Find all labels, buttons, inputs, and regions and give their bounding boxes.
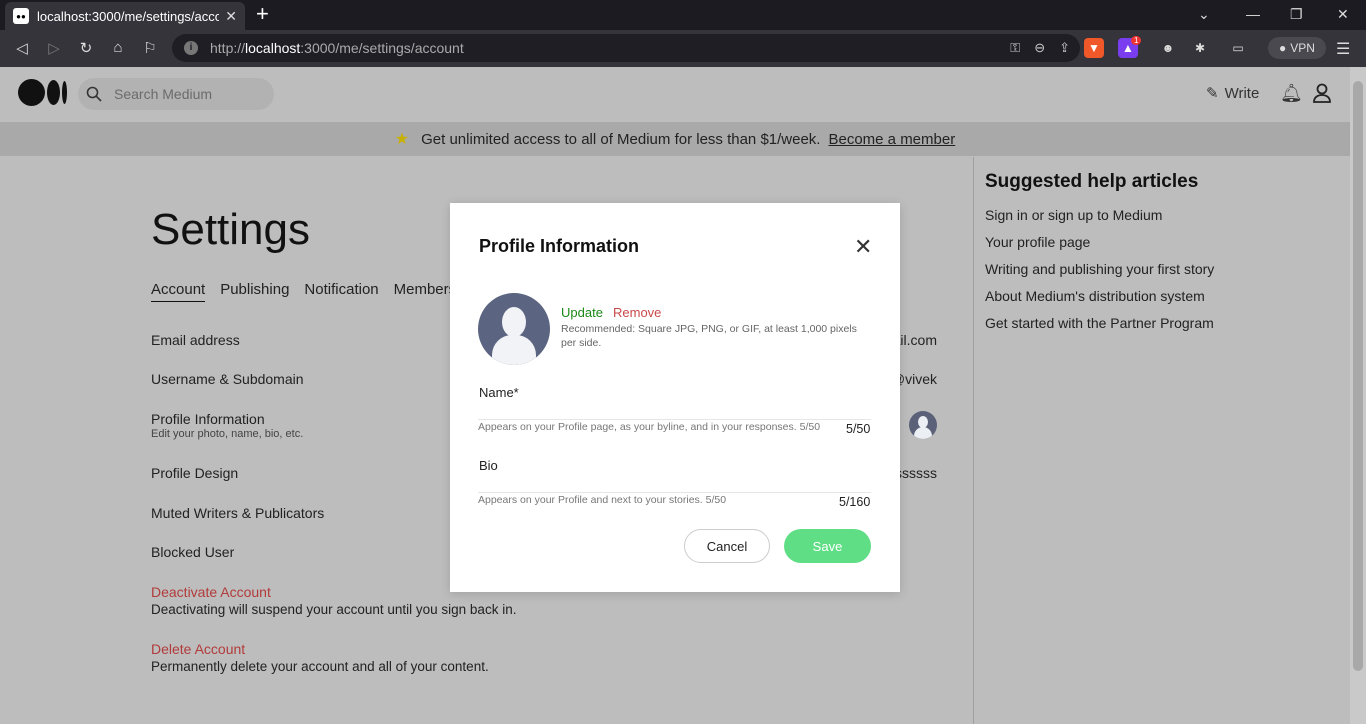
help-title: Suggested help articles (985, 171, 1199, 192)
profile-avatar (478, 293, 550, 365)
search-box[interactable]: Search Medium (78, 78, 274, 110)
browser-tab-bar: ●● localhost:3000/me/settings/account ✕ … (0, 0, 1366, 30)
tab-publishing[interactable]: Publishing (220, 281, 289, 302)
modal-title: Profile Information (479, 236, 640, 256)
rewards-badge: 1 (1131, 36, 1142, 45)
close-icon[interactable]: ✕ (854, 234, 872, 260)
tab-account[interactable]: Account (151, 281, 206, 302)
restore-icon[interactable]: ❐ (1290, 6, 1303, 23)
help-articles: Suggested help articles Sign in or sign … (985, 171, 1214, 342)
help-link[interactable]: Your profile page (985, 234, 1214, 250)
reload-icon[interactable]: ↻ (76, 39, 96, 57)
forward-icon[interactable]: ▷ (44, 39, 64, 57)
site-info-icon[interactable]: i (184, 41, 198, 55)
window-close-icon[interactable]: ✕ (1337, 6, 1349, 23)
profile-info-label[interactable]: Profile Information (151, 411, 265, 427)
bio-char-count: 5/160 (839, 495, 871, 509)
tab-list-chevron-icon[interactable]: ⌄ (1198, 6, 1210, 23)
photo-recommendation: Recommended: Square JPG, PNG, or GIF, at… (561, 323, 857, 349)
search-icon (86, 86, 102, 102)
profile-info-modal: Profile Information ✕ Update Remove Reco… (450, 203, 900, 592)
brave-shield-icon[interactable]: ▼ (1084, 38, 1104, 58)
bio-input[interactable] (478, 467, 871, 493)
zoom-icon[interactable]: ⊖ (1034, 40, 1045, 56)
extension-avatar-icon[interactable]: ☻ (1158, 38, 1178, 58)
share-icon[interactable]: ⇪ (1059, 40, 1070, 56)
vpn-button[interactable]: ● VPN (1268, 37, 1326, 59)
help-link[interactable]: Writing and publishing your first story (985, 261, 1214, 277)
column-divider (973, 157, 974, 724)
page-scrollbar[interactable] (1350, 67, 1366, 724)
settings-tabs: Account Publishing Notification Membersh… (151, 281, 476, 302)
banner-text: Get unlimited access to all of Medium fo… (421, 130, 821, 148)
deactivate-account-link[interactable]: Deactivate Account (151, 584, 271, 600)
extensions-puzzle-icon[interactable]: ✱ (1190, 38, 1210, 58)
medium-favicon-icon: ●● (13, 8, 29, 24)
address-bar[interactable]: i http://localhost:3000/me/settings/acco… (172, 34, 1080, 62)
browser-tab[interactable]: ●● localhost:3000/me/settings/account ✕ (5, 2, 245, 30)
notifications-bell-icon[interactable]: 🔔︎ (1280, 83, 1303, 104)
avatar (909, 411, 937, 439)
muted-writers-label[interactable]: Muted Writers & Publicators (151, 505, 324, 521)
profile-design-value: ssssss (895, 465, 937, 481)
back-icon[interactable]: ◁ (12, 39, 32, 57)
bookmark-icon[interactable]: ⚐ (140, 39, 160, 57)
bio-help: Appears on your Profile and next to your… (478, 494, 727, 506)
write-icon: ✎ (1206, 85, 1219, 102)
new-tab-icon[interactable]: + (256, 3, 269, 25)
become-member-link[interactable]: Become a member (828, 131, 955, 148)
vpn-dot-icon: ● (1279, 41, 1287, 55)
deactivate-description: Deactivating will suspend your account u… (151, 602, 517, 617)
key-icon[interactable]: ⚿ (1010, 40, 1020, 56)
delete-account-link[interactable]: Delete Account (151, 641, 245, 657)
tab-title: localhost:3000/me/settings/account (37, 8, 220, 24)
profile-design-label[interactable]: Profile Design (151, 465, 238, 481)
page-title: Settings (151, 205, 310, 254)
medium-logo[interactable] (18, 79, 67, 106)
minimize-icon[interactable]: — (1246, 6, 1260, 22)
delete-description: Permanently delete your account and all … (151, 659, 489, 674)
url-path: :3000/me/settings/account (300, 40, 464, 56)
membership-banner: ★ Get unlimited access to all of Medium … (0, 122, 1350, 156)
profile-info-sub: Edit your photo, name, bio, etc. (151, 428, 304, 440)
tab-notification[interactable]: Notification (304, 281, 378, 302)
help-link[interactable]: About Medium's distribution system (985, 288, 1214, 304)
vpn-label: VPN (1290, 41, 1315, 55)
write-button[interactable]: ✎ Write (1206, 84, 1260, 103)
save-button[interactable]: Save (784, 529, 871, 563)
name-help: Appears on your Profile page, as your by… (478, 421, 821, 433)
write-label: Write (1224, 84, 1260, 102)
hamburger-menu-icon[interactable]: ☰ (1336, 39, 1350, 59)
cancel-button[interactable]: Cancel (684, 529, 770, 563)
home-icon[interactable]: ⌂ (108, 39, 128, 56)
name-char-count: 5/50 (846, 422, 871, 436)
blocked-user-label[interactable]: Blocked User (151, 544, 234, 560)
wallet-icon[interactable]: ▭ (1228, 38, 1248, 58)
url-prefix: http:// (210, 40, 246, 56)
update-photo-button[interactable]: Update (561, 305, 603, 320)
name-input[interactable] (478, 394, 871, 420)
star-icon: ★ (394, 131, 410, 148)
username-label[interactable]: Username & Subdomain (151, 371, 304, 387)
search-placeholder: Search Medium (114, 86, 213, 102)
user-profile-icon[interactable] (1313, 83, 1331, 108)
help-link[interactable]: Sign in or sign up to Medium (985, 207, 1214, 223)
url-host: localhost (245, 40, 301, 56)
page-content: Search Medium ✎ Write 🔔︎ ★ Get unlimited… (0, 67, 1366, 724)
browser-toolbar: ◁ ▷ ↻ ⌂ ⚐ i http://localhost:3000/me/set… (0, 30, 1366, 67)
remove-photo-button[interactable]: Remove (613, 305, 661, 320)
email-label[interactable]: Email address (151, 332, 240, 348)
tab-close-icon[interactable]: ✕ (225, 8, 237, 25)
help-link[interactable]: Get started with the Partner Program (985, 315, 1214, 331)
